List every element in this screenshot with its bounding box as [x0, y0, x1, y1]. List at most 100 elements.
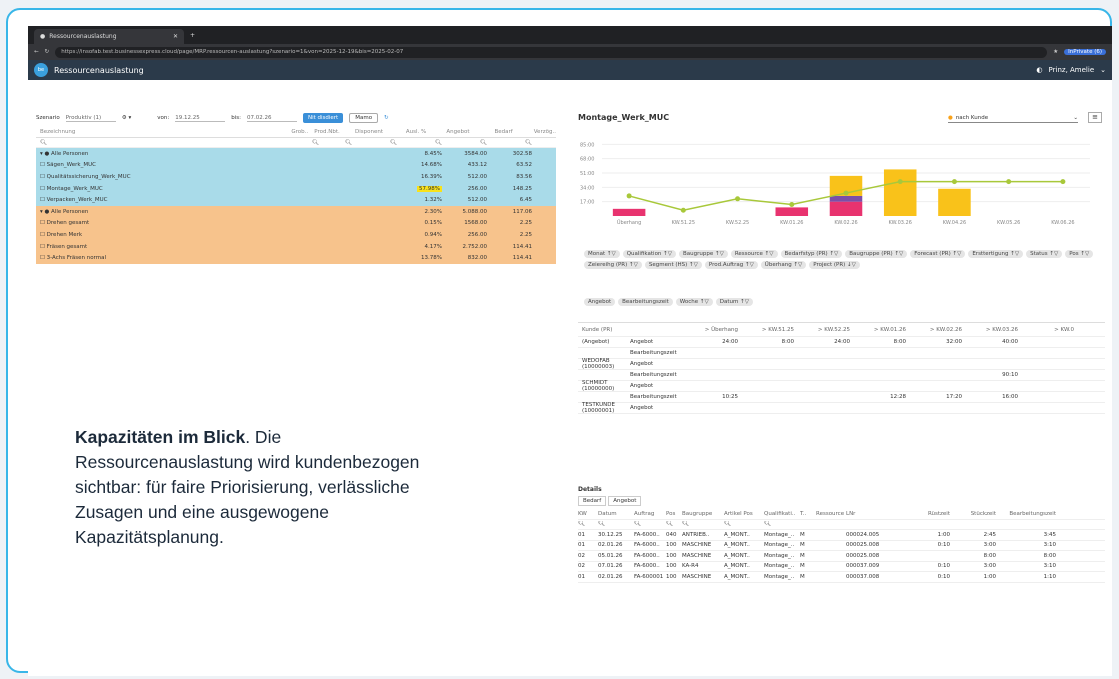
details-column-header[interactable]: Bearbeitungszeit [996, 511, 1056, 517]
favorite-star-icon[interactable]: ★ [1053, 49, 1058, 55]
address-bar[interactable]: https://insofab.test.businessexpress.clo… [55, 46, 1048, 58]
details-tab[interactable]: Angebot [608, 496, 642, 506]
grid-column-header[interactable]: > KW.01.26 [854, 327, 910, 333]
pivot-chip[interactable]: Woche ↑▽ [675, 298, 713, 306]
details-row[interactable]: 02 05.01.26 FA-6000.. 100 MASCHINE A_MONT.. Mo… [578, 551, 1105, 562]
new-tab-icon[interactable]: + [190, 32, 195, 39]
von-date-field[interactable]: 19.12.25 [175, 115, 226, 122]
details-row[interactable]: 01 02.01.26 FA-6000.. 100 MASCHINE A_MONT.. Mo… [578, 541, 1105, 551]
pivot-chip[interactable]: Status ↑▽ [1026, 250, 1063, 258]
grid-column-header[interactable]: > KW.02.26 [910, 327, 966, 333]
table-row[interactable]: ☐ Montage_Werk_MUC 57.98% 256.00 148.25 [36, 182, 556, 195]
column-header[interactable]: Grob.. [276, 129, 308, 135]
pivot-chip[interactable]: Angebot [584, 298, 616, 306]
pivot-chip[interactable]: Segment (HS) ↑▽ [644, 261, 702, 269]
pivot-chip[interactable]: Bedarfstyp (PR) ↑▽ [780, 250, 843, 258]
details-tab[interactable]: Bedarf [578, 496, 607, 506]
notification-icon[interactable]: ◐ [1036, 66, 1042, 74]
group-by-select[interactable]: ● nach Kunde ⌄ [948, 113, 1078, 123]
column-header[interactable]: Angebot [426, 129, 469, 135]
details-column-header[interactable]: Stückzeit [950, 511, 996, 517]
primary-filter-button[interactable]: Nit disdiert [302, 113, 344, 123]
details-column-header[interactable]: KW [578, 511, 598, 517]
search-icon[interactable]: 🔍︎ [397, 140, 442, 146]
details-cell: Montage_.. [764, 552, 795, 559]
details-row[interactable]: 01 30.12.25 FA-6000.. 040 ANTRIEB.. A_MONT.. M… [578, 530, 1105, 541]
pivot-chip[interactable]: Project (PR) ↓▽ [809, 261, 860, 269]
group-by-value: nach Kunde [955, 114, 989, 121]
pivot-chip[interactable]: Prod.Auftrag ↑▽ [704, 261, 758, 269]
column-header[interactable]: Ausl. % [383, 129, 426, 135]
cell-angebot: 256.00 [467, 185, 487, 192]
pivot-chip[interactable]: Baugruppe ↑▽ [679, 250, 728, 258]
pivot-chip[interactable]: Datum ↑▽ [715, 298, 753, 306]
column-header[interactable]: Disponent [340, 129, 383, 135]
pivot-chip[interactable]: Baugruppe (PR) ↑▽ [845, 250, 908, 258]
details-row[interactable]: 02 07.01.26 FA-6000.. 100 KA-R4 A_MONT.. Monta… [578, 562, 1105, 572]
table-row[interactable]: ☐ Qualitätssicherung_Werk_MUC 16.39% 512.0… [36, 171, 556, 183]
details-column-header[interactable]: Artikel Pos [724, 511, 764, 517]
back-icon[interactable]: ← [34, 49, 39, 55]
user-menu[interactable]: Prinz, Amelie [1049, 66, 1095, 74]
table-row[interactable]: ☐ Fräsen gesamt 4.17% 2.752.00 114.41 [36, 240, 556, 253]
details-column-header[interactable]: Rüstzeit [908, 511, 950, 517]
details-column-header[interactable]: Ressource [816, 511, 846, 517]
search-icon[interactable]: 🔍︎ [442, 140, 487, 146]
pivot-chip[interactable]: Forecast (PR) ↑▽ [910, 250, 966, 258]
grid-column-header[interactable]: > KW.52.25 [798, 327, 854, 333]
grid-column-header[interactable]: > KW.03.26 [966, 327, 1022, 333]
szenario-select[interactable]: Produktiv (1) [65, 115, 116, 122]
table-row[interactable]: ☐ 3-Achs Fräsen normal 13.78% 832.00 114.41 [36, 252, 556, 264]
column-header[interactable]: Bedarf [469, 129, 513, 135]
pivot-chip[interactable]: Bearbeitungszeit [618, 298, 673, 306]
pivot-chip[interactable]: Zeiereihg (PR) ↑▽ [584, 261, 642, 269]
details-column-header[interactable]: Qualifikati.. [764, 511, 800, 517]
bis-date-field[interactable]: 07.02.26 [246, 115, 297, 122]
details-cell: FA-6000.. [634, 531, 660, 538]
search-icon[interactable]: 🔍︎ [36, 140, 286, 146]
grid-column-header[interactable]: > KW.0 [1022, 327, 1078, 333]
refresh-icon[interactable]: ↻ [384, 115, 389, 121]
details-column-header[interactable]: Pos [666, 511, 682, 517]
search-icon[interactable]: 🔍︎ [487, 140, 532, 146]
inprivate-badge[interactable]: InPrivate (6) [1064, 49, 1106, 55]
pivot-chip[interactable]: Ersttertigung ↑▽ [968, 250, 1024, 258]
browser-tab[interactable]: ● Ressourcenauslastung ✕ [34, 29, 184, 44]
details-column-header[interactable]: LNr [846, 511, 908, 517]
grid-column-header[interactable]: Kunde (PR) [578, 327, 686, 333]
table-row[interactable]: ☐ Drehen Merk 0.94% 256.00 2.25 [36, 229, 556, 241]
search-icon[interactable]: 🔍︎ [352, 140, 397, 146]
table-row[interactable]: ▾ ● Alle Personen 8.45% 3584.00 302.58 [36, 148, 556, 160]
pivot-chip[interactable]: Ressource ↑▽ [730, 250, 778, 258]
grid-measure: Angebot [630, 383, 654, 389]
table-row[interactable]: ☐ Verpacken_Werk_MUC 1.32% 512.00 6.45 [36, 194, 556, 206]
column-header[interactable]: Verzög.. [513, 129, 556, 135]
pivot-chip[interactable]: Qualifikation ↑▽ [622, 250, 677, 258]
details-column-header[interactable]: Datum [598, 511, 634, 517]
column-header[interactable]: Prod.Nbt. [308, 129, 339, 135]
table-row[interactable]: ▾ ● Alle Personen 2.30% 5.088.00 117.06 [36, 205, 556, 218]
details-column-header[interactable]: T.. [800, 511, 816, 517]
close-tab-icon[interactable]: ✕ [173, 33, 178, 40]
table-row[interactable]: ☐ Sägen_Werk_MUC 14.68% 433.12 63.52 [36, 159, 556, 172]
menu-icon[interactable]: ≡ [1088, 112, 1102, 123]
pivot-chip[interactable]: Monat ↑▽ [584, 250, 620, 258]
search-icon[interactable]: 🔍︎ [319, 140, 352, 146]
settings-icon[interactable]: ⚙ ▾ [122, 115, 131, 121]
details-column-header[interactable]: Baugruppe [682, 511, 724, 517]
reload-icon[interactable]: ↻ [45, 49, 50, 55]
table-row[interactable]: ☐ Drehen gesamt 0.15% 1568.00 2.25 [36, 217, 556, 230]
line-point [789, 202, 795, 208]
column-header[interactable]: Bezeichnung [36, 129, 276, 135]
pct-value: 57.98% [417, 185, 442, 192]
search-icon[interactable]: 🔍︎ [286, 140, 319, 146]
pivot-chip[interactable]: Pos ↑▽ [1065, 250, 1094, 258]
chevron-down-icon[interactable]: ⌄ [1100, 66, 1106, 74]
details-column-header[interactable]: Auftrag [634, 511, 666, 517]
details-row[interactable]: 01 02.01.26 FA-600001 100 MASCHINE A_MONT.. Mo… [578, 572, 1105, 583]
secondary-filter-button[interactable]: Mamo [349, 113, 379, 123]
grid-column-header[interactable]: > KW.51.25 [742, 327, 798, 333]
pct-value: 13.78% [421, 255, 442, 262]
pivot-chip[interactable]: Überhang ↑▽ [760, 261, 807, 269]
grid-column-header[interactable]: > Überhang [686, 327, 742, 333]
